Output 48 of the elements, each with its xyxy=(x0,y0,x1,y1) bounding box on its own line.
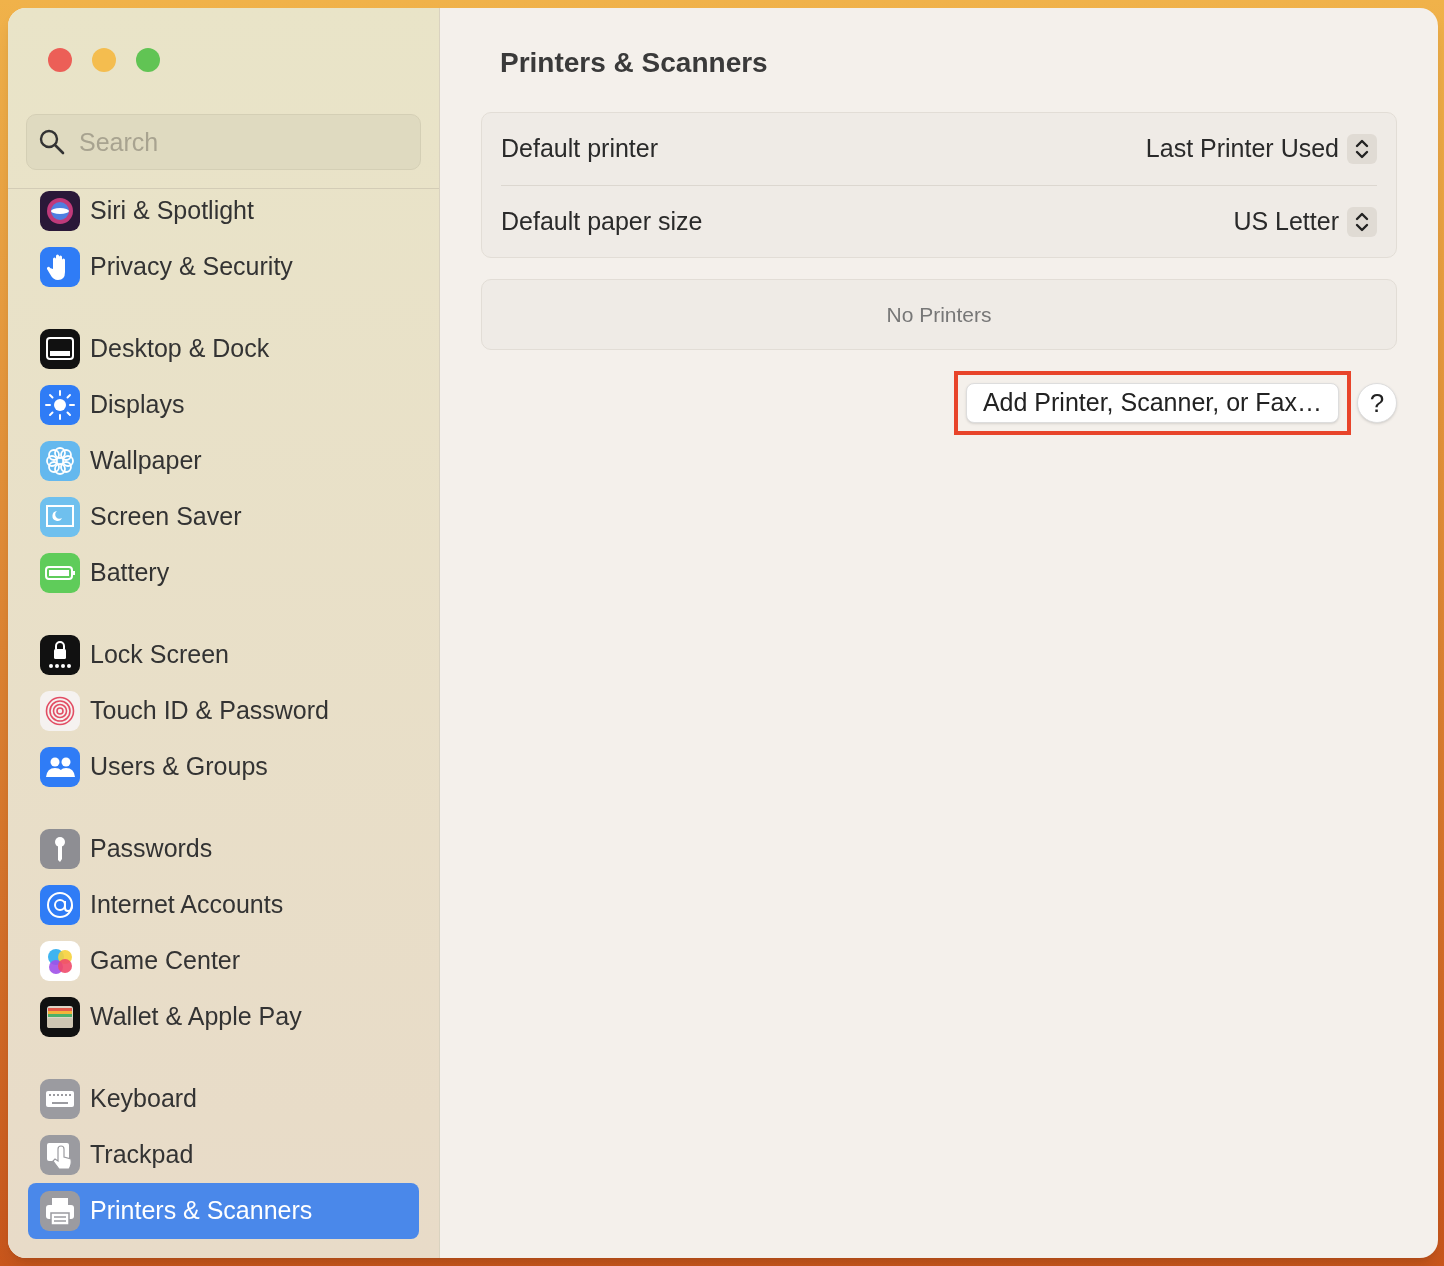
chevron-up-down-icon xyxy=(1347,134,1377,164)
hand-icon xyxy=(40,247,80,287)
sidebar-item[interactable]: Game Center xyxy=(28,933,419,989)
minimize-button[interactable] xyxy=(92,48,116,72)
flower-icon xyxy=(40,441,80,481)
lock-icon xyxy=(40,635,80,675)
battery-icon xyxy=(40,553,80,593)
popup-button[interactable]: US Letter xyxy=(1233,202,1377,241)
sidebar-item[interactable]: Desktop & Dock xyxy=(28,321,419,377)
printer-icon xyxy=(40,1191,80,1231)
at-sign-icon xyxy=(40,885,80,925)
hand-pointer-icon xyxy=(40,1135,80,1175)
setting-label: Default paper size xyxy=(501,205,703,237)
bubbles-icon xyxy=(40,941,80,981)
page-title: Printers & Scanners xyxy=(499,46,769,80)
dock-icon xyxy=(40,329,80,369)
sidebar-item[interactable]: Trackpad xyxy=(28,1127,419,1183)
key-icon xyxy=(40,829,80,869)
sidebar-item[interactable]: Siri & Spotlight xyxy=(28,183,419,239)
sun-icon xyxy=(40,385,80,425)
empty-list-message: No Printers xyxy=(886,301,992,328)
sidebar-item[interactable]: Keyboard xyxy=(28,1071,419,1127)
screen-moon-icon xyxy=(40,497,80,537)
keyboard-icon xyxy=(40,1079,80,1119)
sidebar-item[interactable]: Touch ID & Password xyxy=(28,683,419,739)
sidebar-item[interactable]: Printers & Scanners xyxy=(28,1183,419,1239)
setting-label: Default printer xyxy=(501,133,659,165)
sidebar-item[interactable]: Users & Groups xyxy=(28,739,419,795)
popup-button[interactable]: Last Printer Used xyxy=(1145,130,1377,168)
zoom-button[interactable] xyxy=(136,48,160,72)
help-button[interactable]: ? xyxy=(1357,383,1397,423)
sidebar-item[interactable]: Wallet & Apple Pay xyxy=(28,989,419,1045)
chevron-up-down-icon xyxy=(1347,206,1377,237)
sidebar-item[interactable]: Wallpaper xyxy=(28,433,419,489)
sidebar-item[interactable]: Displays xyxy=(28,377,419,433)
wallet-icon xyxy=(40,997,80,1037)
sidebar-item[interactable]: Internet Accounts xyxy=(28,877,419,933)
search-icon xyxy=(38,128,66,156)
sidebar-item[interactable]: Passwords xyxy=(28,821,419,877)
people-icon xyxy=(40,747,80,787)
close-button[interactable] xyxy=(48,48,72,72)
sidebar-item[interactable]: Privacy & Security xyxy=(28,239,419,295)
sidebar-item[interactable]: Battery xyxy=(28,545,419,601)
fingerprint-icon xyxy=(40,691,80,731)
add-printer-button[interactable]: Add Printer, Scanner, or Fax… xyxy=(965,383,1339,423)
sidebar-item[interactable]: Lock Screen xyxy=(28,627,419,683)
sidebar-item[interactable]: Screen Saver xyxy=(28,489,419,545)
siri-icon xyxy=(40,191,80,231)
